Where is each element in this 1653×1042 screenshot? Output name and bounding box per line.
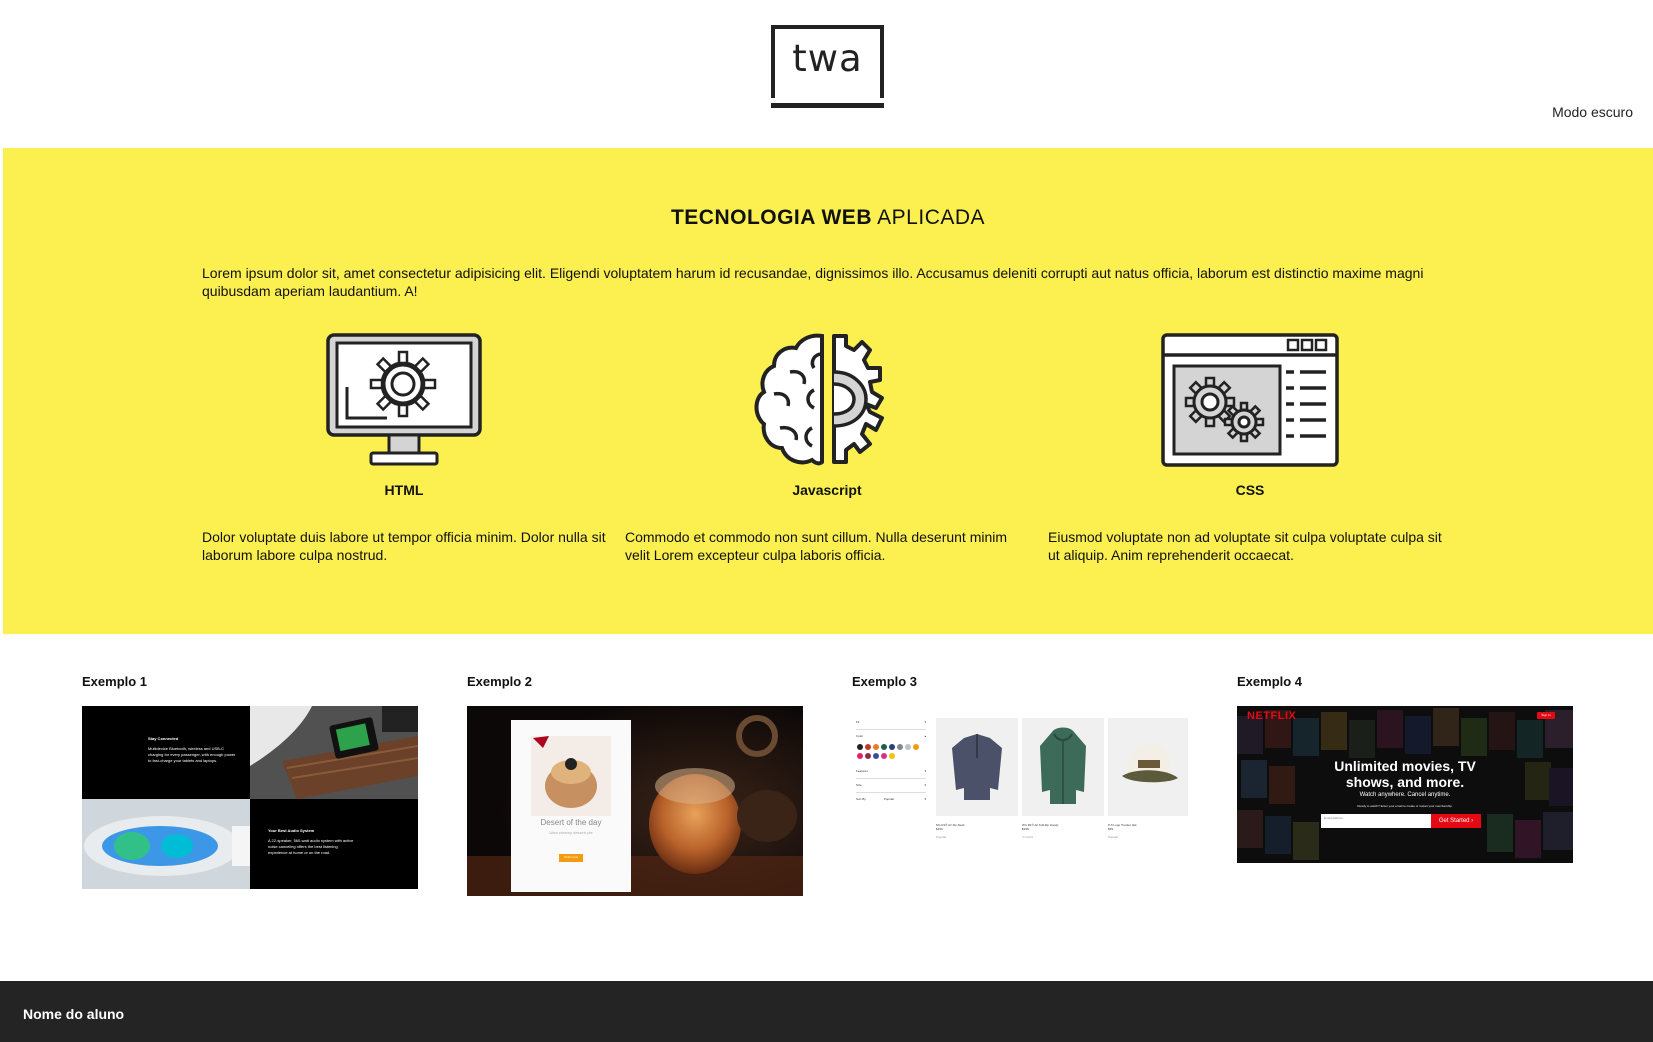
hero-section: TECNOLOGIA WEB APLICADA Lorem ipsum dolo… xyxy=(3,148,1653,634)
product-card[interactable]: P-6 Logo Trucker Hat $39 Popular xyxy=(1108,718,1188,839)
netflix-subline: Watch anywhere. Cancel anytime. xyxy=(1359,792,1451,798)
logo-text: twa xyxy=(792,37,863,80)
feature-description: Commodo et commodo non sunt cillum. Null… xyxy=(625,529,1008,563)
netflix-headline: Unlimited movies, TV shows, and more. xyxy=(1334,758,1476,790)
feature-description: Dolor voluptate duis labore ut tempor of… xyxy=(202,529,606,563)
color-swatch[interactable] xyxy=(857,744,863,750)
example-label: Exemplo 3 xyxy=(852,674,918,689)
color-swatch[interactable] xyxy=(865,753,871,759)
product-card[interactable]: M's R1® Air Zip-Neck $159 Popular xyxy=(936,718,1018,839)
example-card-3: Exemplo 3 Fit ▾ Color ▴ Features ▾ Size ▾ So… xyxy=(852,674,1188,846)
color-swatch[interactable] xyxy=(905,744,911,750)
example-4-thumbnail[interactable]: NETFLIX Sign In Unlimited movies, TV sho… xyxy=(1237,706,1573,863)
color-swatch[interactable] xyxy=(913,744,919,750)
hero-title: TECNOLOGIA WEB APLICADA xyxy=(3,206,1653,230)
hero-intro: Lorem ipsum dolor sit, amet consectetur … xyxy=(202,265,1424,299)
product-card[interactable]: W's R1® Air Full-Zip Hoody $199 3 Colors xyxy=(1022,718,1104,839)
color-swatch[interactable] xyxy=(889,744,895,750)
filter-fit[interactable]: Fit ▾ xyxy=(856,720,926,730)
dark-mode-toggle[interactable]: Modo escuro xyxy=(1552,104,1633,120)
netflix-prompt: Ready to watch? Enter your email to crea… xyxy=(1357,804,1453,808)
example-1-thumbnail[interactable]: Stay Connected Multidevice Bluetooth, wi… xyxy=(82,706,418,889)
browser-gears-icon xyxy=(1048,332,1452,468)
product-price: $159 xyxy=(936,827,943,831)
example-1-block-1-title: Stay Connected xyxy=(148,736,179,741)
filter-features[interactable]: Features ▾ xyxy=(856,769,926,779)
product-image xyxy=(936,718,1018,816)
example-1-block-2-text: A 22-speaker, 560-watt audio system with… xyxy=(268,838,354,855)
twa-logo[interactable]: twa xyxy=(771,25,884,108)
filter-label: Color xyxy=(856,734,864,738)
filter-size[interactable]: Size ▾ xyxy=(856,783,926,793)
example-card-1: Exemplo 1 Stay Connected Multidevice Blu… xyxy=(82,674,418,889)
example-label: Exemplo 2 xyxy=(467,674,533,689)
email-input[interactable]: Email address xyxy=(1324,816,1343,820)
get-started-button[interactable]: Get Started › xyxy=(1431,815,1481,827)
color-swatch[interactable] xyxy=(873,753,879,759)
examples-section: Exemplo 1 Stay Connected Multidevice Blu… xyxy=(0,634,1653,980)
example-1-block-2-title: Your Best Audio System xyxy=(268,828,315,833)
product-note: 3 Colors xyxy=(1022,835,1034,839)
product-image xyxy=(1022,718,1104,816)
feature-title: Javascript xyxy=(792,482,862,498)
site-header: twa Modo escuro xyxy=(0,0,1653,148)
example-3-filters: Fit ▾ Color ▴ Features ▾ Size ▾ Sort By Popul… xyxy=(856,720,926,807)
feature-title: HTML xyxy=(384,482,424,498)
feature-title: CSS xyxy=(1235,482,1265,498)
filter-label: Fit xyxy=(856,720,860,724)
color-swatches[interactable] xyxy=(856,742,926,764)
example-label: Exemplo 4 xyxy=(1237,674,1303,689)
hero-title-light: APLICADA xyxy=(877,206,986,229)
color-swatch[interactable] xyxy=(897,744,903,750)
color-swatch[interactable] xyxy=(865,744,871,750)
filter-label: Size xyxy=(856,783,862,787)
color-swatch[interactable] xyxy=(889,753,895,759)
example-1-block-1: Stay Connected Multidevice Bluetooth, wi… xyxy=(148,736,238,764)
feature-description: Eiusmod voluptate non ad voluptate sit c… xyxy=(1048,529,1442,563)
example-card-2: Exemplo 2 Desert of the day Ultra creamy… xyxy=(467,674,803,896)
product-image xyxy=(1108,718,1188,816)
color-swatch[interactable] xyxy=(873,744,879,750)
student-name: Nome do aluno xyxy=(23,1006,125,1022)
example-2-order-button[interactable]: Order now xyxy=(559,855,583,859)
filter-sort[interactable]: Sort By Popular ▾ xyxy=(856,797,926,807)
logo-underline xyxy=(771,103,884,108)
example-2-card-subtitle: Ultra creamy dessert pie xyxy=(549,830,593,835)
example-2-thumbnail[interactable]: Desert of the day Ultra creamy dessert p… xyxy=(467,706,803,896)
product-price: $39 xyxy=(1108,827,1114,831)
product-price: $199 xyxy=(1022,827,1029,831)
color-swatch[interactable] xyxy=(881,753,887,759)
netflix-logo: NETFLIX xyxy=(1247,710,1297,722)
example-label: Exemplo 1 xyxy=(82,674,148,689)
example-card-4: Exemplo 4 NETFLIX Sign In Unlimited movi… xyxy=(1237,674,1573,863)
filter-label: Features xyxy=(856,769,868,773)
product-note: Popular xyxy=(1108,835,1119,839)
brain-gear-icon xyxy=(625,332,1029,468)
example-1-block-2: Your Best Audio System A 22-speaker, 560… xyxy=(268,828,358,856)
color-swatch[interactable] xyxy=(881,744,887,750)
example-3-thumbnail[interactable]: Fit ▾ Color ▴ Features ▾ Size ▾ Sort By Popul… xyxy=(852,706,1188,846)
monitor-gear-icon xyxy=(202,332,606,468)
color-swatch[interactable] xyxy=(857,753,863,759)
site-footer: Nome do aluno xyxy=(0,981,1653,1042)
example-2-card-title: Desert of the day xyxy=(540,818,602,827)
example-1-block-1-text: Multidevice Bluetooth, wireless and USB-… xyxy=(148,746,236,763)
hero-title-bold: TECNOLOGIA WEB xyxy=(670,206,872,229)
filter-label: Sort By xyxy=(856,797,866,801)
filter-color[interactable]: Color ▴ xyxy=(856,734,926,742)
product-note: Popular xyxy=(936,835,947,839)
sign-in-button[interactable]: Sign In xyxy=(1537,712,1555,719)
sort-value: Popular xyxy=(883,797,895,801)
